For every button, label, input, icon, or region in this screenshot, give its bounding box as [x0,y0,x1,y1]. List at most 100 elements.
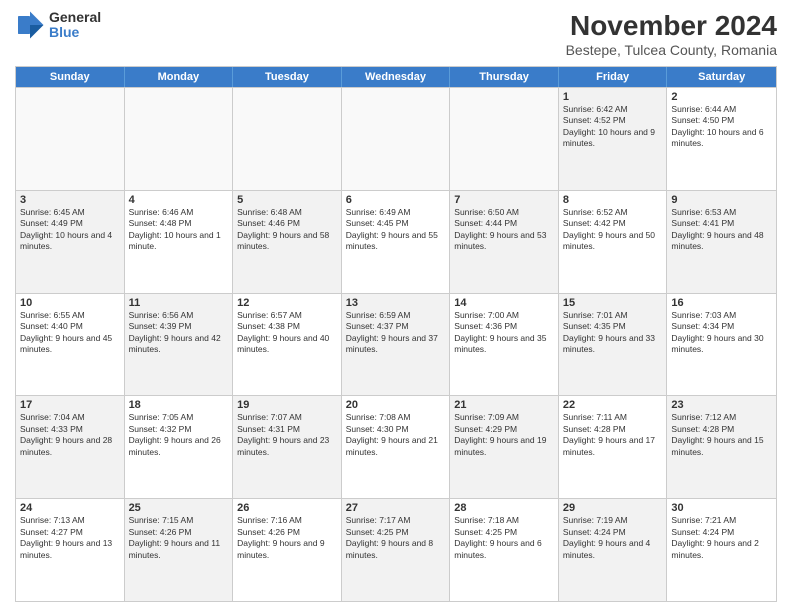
logo: General Blue [15,10,101,41]
day-info: Sunrise: 6:45 AM Sunset: 4:49 PM Dayligh… [20,207,120,253]
day-number: 17 [20,399,120,411]
calendar-cell: 27Sunrise: 7:17 AM Sunset: 4:25 PM Dayli… [342,499,451,601]
day-number: 9 [671,194,772,206]
day-info: Sunrise: 6:50 AM Sunset: 4:44 PM Dayligh… [454,207,554,253]
calendar-cell: 19Sunrise: 7:07 AM Sunset: 4:31 PM Dayli… [233,396,342,498]
day-info: Sunrise: 6:46 AM Sunset: 4:48 PM Dayligh… [129,207,229,253]
day-info: Sunrise: 7:17 AM Sunset: 4:25 PM Dayligh… [346,515,446,561]
day-info: Sunrise: 7:12 AM Sunset: 4:28 PM Dayligh… [671,412,772,458]
logo-blue: Blue [49,25,101,40]
calendar-cell: 8Sunrise: 6:52 AM Sunset: 4:42 PM Daylig… [559,191,668,293]
logo-general: General [49,10,101,25]
day-number: 27 [346,502,446,514]
day-info: Sunrise: 7:04 AM Sunset: 4:33 PM Dayligh… [20,412,120,458]
calendar-cell: 4Sunrise: 6:46 AM Sunset: 4:48 PM Daylig… [125,191,234,293]
day-info: Sunrise: 7:03 AM Sunset: 4:34 PM Dayligh… [671,310,772,356]
calendar-cell: 5Sunrise: 6:48 AM Sunset: 4:46 PM Daylig… [233,191,342,293]
day-info: Sunrise: 7:08 AM Sunset: 4:30 PM Dayligh… [346,412,446,458]
calendar-cell: 1Sunrise: 6:42 AM Sunset: 4:52 PM Daylig… [559,88,668,190]
calendar-cell: 28Sunrise: 7:18 AM Sunset: 4:25 PM Dayli… [450,499,559,601]
calendar-cell: 26Sunrise: 7:16 AM Sunset: 4:26 PM Dayli… [233,499,342,601]
calendar-cell: 14Sunrise: 7:00 AM Sunset: 4:36 PM Dayli… [450,294,559,396]
calendar-cell: 23Sunrise: 7:12 AM Sunset: 4:28 PM Dayli… [667,396,776,498]
calendar-row-1: 3Sunrise: 6:45 AM Sunset: 4:49 PM Daylig… [16,190,776,293]
calendar-cell: 16Sunrise: 7:03 AM Sunset: 4:34 PM Dayli… [667,294,776,396]
header-cell-saturday: Saturday [667,67,776,87]
title-block: November 2024 Bestepe, Tulcea County, Ro… [566,10,777,58]
day-number: 7 [454,194,554,206]
day-number: 22 [563,399,663,411]
logo-icon [15,10,45,40]
calendar-cell: 25Sunrise: 7:15 AM Sunset: 4:26 PM Dayli… [125,499,234,601]
day-number: 2 [671,91,772,103]
day-number: 12 [237,297,337,309]
day-info: Sunrise: 7:07 AM Sunset: 4:31 PM Dayligh… [237,412,337,458]
calendar-cell [450,88,559,190]
header-cell-thursday: Thursday [450,67,559,87]
day-info: Sunrise: 6:42 AM Sunset: 4:52 PM Dayligh… [563,104,663,150]
day-info: Sunrise: 6:49 AM Sunset: 4:45 PM Dayligh… [346,207,446,253]
calendar-cell [16,88,125,190]
day-number: 5 [237,194,337,206]
day-number: 16 [671,297,772,309]
day-info: Sunrise: 6:53 AM Sunset: 4:41 PM Dayligh… [671,207,772,253]
calendar-body: 1Sunrise: 6:42 AM Sunset: 4:52 PM Daylig… [16,87,776,601]
calendar-cell: 13Sunrise: 6:59 AM Sunset: 4:37 PM Dayli… [342,294,451,396]
day-number: 10 [20,297,120,309]
calendar-row-2: 10Sunrise: 6:55 AM Sunset: 4:40 PM Dayli… [16,293,776,396]
calendar-cell: 17Sunrise: 7:04 AM Sunset: 4:33 PM Dayli… [16,396,125,498]
day-info: Sunrise: 6:56 AM Sunset: 4:39 PM Dayligh… [129,310,229,356]
calendar-cell: 3Sunrise: 6:45 AM Sunset: 4:49 PM Daylig… [16,191,125,293]
calendar-cell: 20Sunrise: 7:08 AM Sunset: 4:30 PM Dayli… [342,396,451,498]
calendar-row-4: 24Sunrise: 7:13 AM Sunset: 4:27 PM Dayli… [16,498,776,601]
logo-text: General Blue [49,10,101,41]
header-cell-wednesday: Wednesday [342,67,451,87]
day-number: 23 [671,399,772,411]
calendar-cell [125,88,234,190]
month-title: November 2024 [566,10,777,42]
day-info: Sunrise: 7:21 AM Sunset: 4:24 PM Dayligh… [671,515,772,561]
calendar-cell: 2Sunrise: 6:44 AM Sunset: 4:50 PM Daylig… [667,88,776,190]
day-info: Sunrise: 7:00 AM Sunset: 4:36 PM Dayligh… [454,310,554,356]
day-info: Sunrise: 6:44 AM Sunset: 4:50 PM Dayligh… [671,104,772,150]
calendar-cell [233,88,342,190]
calendar-cell: 30Sunrise: 7:21 AM Sunset: 4:24 PM Dayli… [667,499,776,601]
day-info: Sunrise: 7:13 AM Sunset: 4:27 PM Dayligh… [20,515,120,561]
day-number: 21 [454,399,554,411]
day-number: 11 [129,297,229,309]
day-info: Sunrise: 7:11 AM Sunset: 4:28 PM Dayligh… [563,412,663,458]
day-info: Sunrise: 7:01 AM Sunset: 4:35 PM Dayligh… [563,310,663,356]
day-info: Sunrise: 7:09 AM Sunset: 4:29 PM Dayligh… [454,412,554,458]
day-number: 4 [129,194,229,206]
calendar-header: SundayMondayTuesdayWednesdayThursdayFrid… [16,67,776,87]
calendar-cell [342,88,451,190]
header-cell-sunday: Sunday [16,67,125,87]
day-info: Sunrise: 7:15 AM Sunset: 4:26 PM Dayligh… [129,515,229,561]
header-cell-friday: Friday [559,67,668,87]
day-info: Sunrise: 7:19 AM Sunset: 4:24 PM Dayligh… [563,515,663,561]
header-cell-tuesday: Tuesday [233,67,342,87]
calendar-cell: 24Sunrise: 7:13 AM Sunset: 4:27 PM Dayli… [16,499,125,601]
header: General Blue November 2024 Bestepe, Tulc… [15,10,777,58]
day-info: Sunrise: 6:55 AM Sunset: 4:40 PM Dayligh… [20,310,120,356]
day-number: 1 [563,91,663,103]
day-number: 3 [20,194,120,206]
calendar-cell: 7Sunrise: 6:50 AM Sunset: 4:44 PM Daylig… [450,191,559,293]
day-number: 6 [346,194,446,206]
day-info: Sunrise: 6:59 AM Sunset: 4:37 PM Dayligh… [346,310,446,356]
calendar-cell: 29Sunrise: 7:19 AM Sunset: 4:24 PM Dayli… [559,499,668,601]
day-number: 13 [346,297,446,309]
day-info: Sunrise: 7:16 AM Sunset: 4:26 PM Dayligh… [237,515,337,561]
day-info: Sunrise: 7:05 AM Sunset: 4:32 PM Dayligh… [129,412,229,458]
calendar-cell: 10Sunrise: 6:55 AM Sunset: 4:40 PM Dayli… [16,294,125,396]
calendar: SundayMondayTuesdayWednesdayThursdayFrid… [15,66,777,602]
day-number: 14 [454,297,554,309]
calendar-cell: 18Sunrise: 7:05 AM Sunset: 4:32 PM Dayli… [125,396,234,498]
location-title: Bestepe, Tulcea County, Romania [566,42,777,58]
day-number: 15 [563,297,663,309]
day-number: 28 [454,502,554,514]
day-number: 26 [237,502,337,514]
calendar-page: General Blue November 2024 Bestepe, Tulc… [0,0,792,612]
day-info: Sunrise: 6:48 AM Sunset: 4:46 PM Dayligh… [237,207,337,253]
day-number: 8 [563,194,663,206]
